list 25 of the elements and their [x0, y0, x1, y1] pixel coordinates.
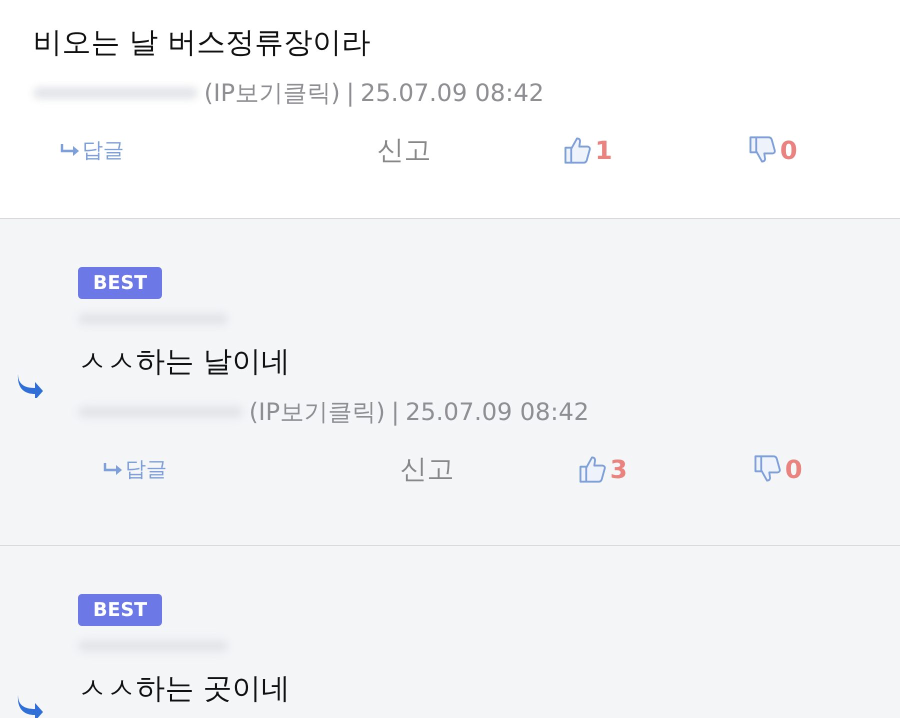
comment-date: 25.07.09 08:42: [360, 79, 544, 107]
like-button[interactable]: 1: [563, 135, 612, 165]
ip-link[interactable]: (IP보기클릭): [204, 77, 340, 109]
separator: |: [391, 398, 400, 426]
thumbs-up-icon: [578, 454, 606, 484]
thumbs-up-icon: [563, 135, 591, 165]
thumbs-down-icon: [748, 135, 776, 165]
comment-text: 비오는 날 버스정류장이라: [33, 24, 372, 61]
comment-text: ㅅㅅ하는 곳이네: [78, 670, 292, 707]
thumbs-down-icon: [753, 454, 781, 484]
dislike-button[interactable]: 0: [753, 454, 802, 484]
comment-date: 25.07.09 08:42: [405, 398, 590, 426]
like-button[interactable]: 3: [578, 454, 628, 484]
separator: |: [346, 79, 354, 107]
reply-arrow-icon: [103, 463, 123, 475]
reply-button[interactable]: 답글: [60, 136, 124, 164]
best-badge: BEST: [78, 267, 162, 299]
report-button[interactable]: 신고: [400, 451, 454, 487]
comment-text: ㅅㅅ하는 날이네: [78, 343, 292, 380]
reply-button[interactable]: 답글: [103, 455, 167, 483]
ip-link[interactable]: (IP보기클릭): [249, 396, 386, 428]
best-badge: BEST: [78, 594, 162, 626]
dislike-button[interactable]: 0: [748, 135, 798, 165]
report-button[interactable]: 신고: [377, 132, 431, 168]
reply-arrow-icon: [60, 144, 80, 156]
